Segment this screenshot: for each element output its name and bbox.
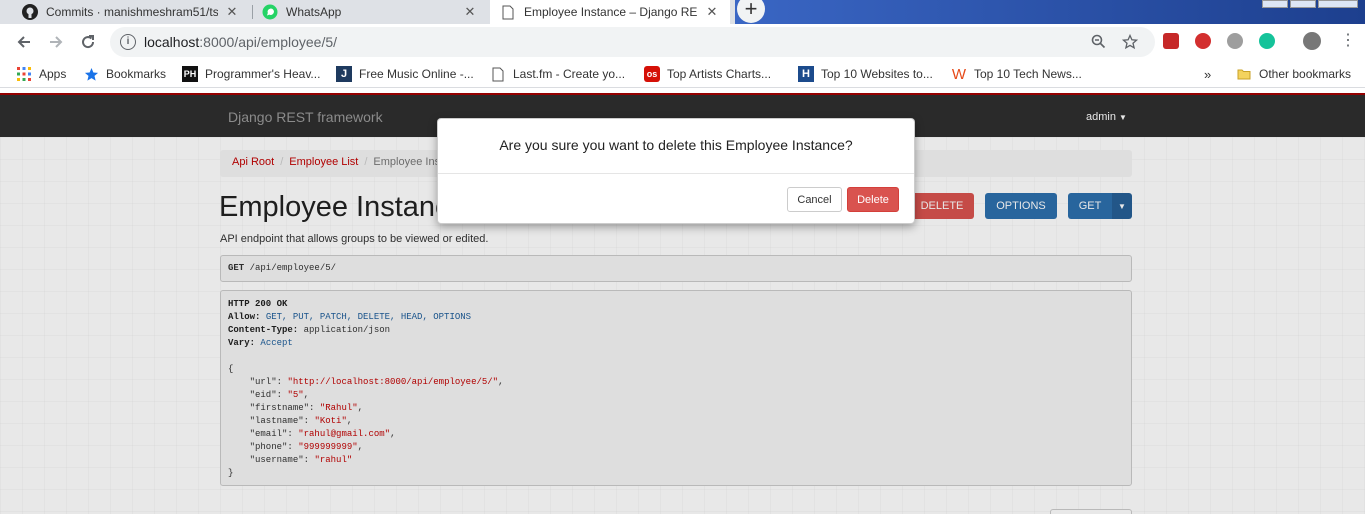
zoom-icon[interactable] xyxy=(1090,34,1106,50)
bookmark-apps[interactable]: Apps xyxy=(16,66,66,82)
bookmark-top-websites[interactable]: H Top 10 Websites to... xyxy=(798,66,933,82)
folder-icon xyxy=(1236,66,1252,82)
apps-grid-icon xyxy=(16,66,32,82)
bookmark-label: Top 10 Tech News... xyxy=(974,67,1082,81)
bookmark-lastfm[interactable]: Last.fm - Create yo... xyxy=(490,66,625,82)
menu-icon[interactable]: ⋮ xyxy=(1340,33,1356,49)
bookmark-extension-icon[interactable] xyxy=(1163,33,1179,49)
bookmark-label: Other bookmarks xyxy=(1259,67,1352,81)
page-icon xyxy=(490,66,506,82)
url-path: :8000/api/employee/5/ xyxy=(199,34,338,50)
info-icon[interactable]: i xyxy=(120,34,136,50)
close-icon[interactable]: ✕ xyxy=(462,4,478,20)
grammarly-icon[interactable] xyxy=(1259,33,1275,49)
page-icon xyxy=(500,4,516,20)
maximize-icon[interactable] xyxy=(1290,0,1316,8)
tab-whatsapp[interactable]: WhatsApp ✕ xyxy=(252,0,488,24)
minimize-icon[interactable] xyxy=(1262,0,1288,8)
window-close-icon[interactable] xyxy=(1318,0,1358,8)
w-icon: W xyxy=(951,65,967,83)
dialog-divider xyxy=(438,173,914,174)
cancel-button[interactable]: Cancel xyxy=(787,187,842,212)
confirm-delete-button[interactable]: Delete xyxy=(847,187,899,212)
bookmark-label: Free Music Online -... xyxy=(359,67,474,81)
whatsapp-icon xyxy=(262,4,278,20)
close-icon[interactable]: ✕ xyxy=(704,4,720,20)
github-icon xyxy=(22,4,38,20)
new-tab-button[interactable]: + xyxy=(737,0,765,23)
close-icon[interactable]: ✕ xyxy=(224,4,240,20)
bookmark-other[interactable]: Other bookmarks xyxy=(1236,66,1351,82)
tab-title: Employee Instance – Django REST xyxy=(524,5,698,19)
bookmark-label: Bookmarks xyxy=(106,67,167,81)
reload-icon[interactable] xyxy=(78,32,98,52)
address-bar[interactable]: i localhost:8000/api/employee/5/ xyxy=(110,27,1155,57)
bookmark-label: Top Artists Charts... xyxy=(667,67,772,81)
bookmark-bookmarks[interactable]: Bookmarks xyxy=(83,66,166,82)
url-text: localhost:8000/api/employee/5/ xyxy=(144,34,337,50)
adblock-icon[interactable] xyxy=(1195,33,1211,49)
ph-icon: PH xyxy=(182,66,198,82)
bookmark-programmers-heaven[interactable]: PH Programmer's Heav... xyxy=(182,66,320,82)
delete-confirm-dialog: Are you sure you want to delete this Emp… xyxy=(437,118,915,224)
bookmark-label: Top 10 Websites to... xyxy=(821,67,933,81)
jamendo-icon: J xyxy=(336,66,352,82)
forward-icon[interactable] xyxy=(46,32,66,52)
tab-title: WhatsApp xyxy=(286,5,342,19)
star-icon xyxy=(83,66,99,82)
more-bookmarks-icon[interactable]: » xyxy=(1204,66,1211,82)
browser-toolbar: i localhost:8000/api/employee/5/ xyxy=(0,24,1365,60)
tab-github[interactable]: Commits · manishmeshram51/tsf ✕ xyxy=(12,0,250,24)
url-host: localhost xyxy=(144,34,200,50)
tab-title: Commits · manishmeshram51/tsf xyxy=(46,5,218,19)
bookmark-tech-news[interactable]: W Top 10 Tech News... xyxy=(951,65,1082,83)
bookmark-free-music[interactable]: J Free Music Online -... xyxy=(336,66,474,82)
h-icon: H xyxy=(798,66,814,82)
back-icon[interactable] xyxy=(14,32,34,52)
check-extension-icon[interactable] xyxy=(1227,33,1243,49)
bookmarks-bar: Apps Bookmarks PH Programmer's Heav... J… xyxy=(0,60,1365,88)
dialog-message: Are you sure you want to delete this Emp… xyxy=(499,137,853,153)
bookmark-label: Apps xyxy=(39,67,67,81)
tab-employee-instance[interactable]: Employee Instance – Django REST ✕ xyxy=(490,0,730,24)
bookmark-top-artists[interactable]: os Top Artists Charts... xyxy=(644,66,771,82)
lastfm-icon: os xyxy=(644,66,660,82)
avatar[interactable] xyxy=(1303,32,1321,50)
bookmark-label: Programmer's Heav... xyxy=(205,67,321,81)
bookmark-label: Last.fm - Create yo... xyxy=(513,67,626,81)
tab-strip: Commits · manishmeshram51/tsf ✕ WhatsApp… xyxy=(0,0,1365,24)
star-icon[interactable] xyxy=(1121,33,1139,50)
